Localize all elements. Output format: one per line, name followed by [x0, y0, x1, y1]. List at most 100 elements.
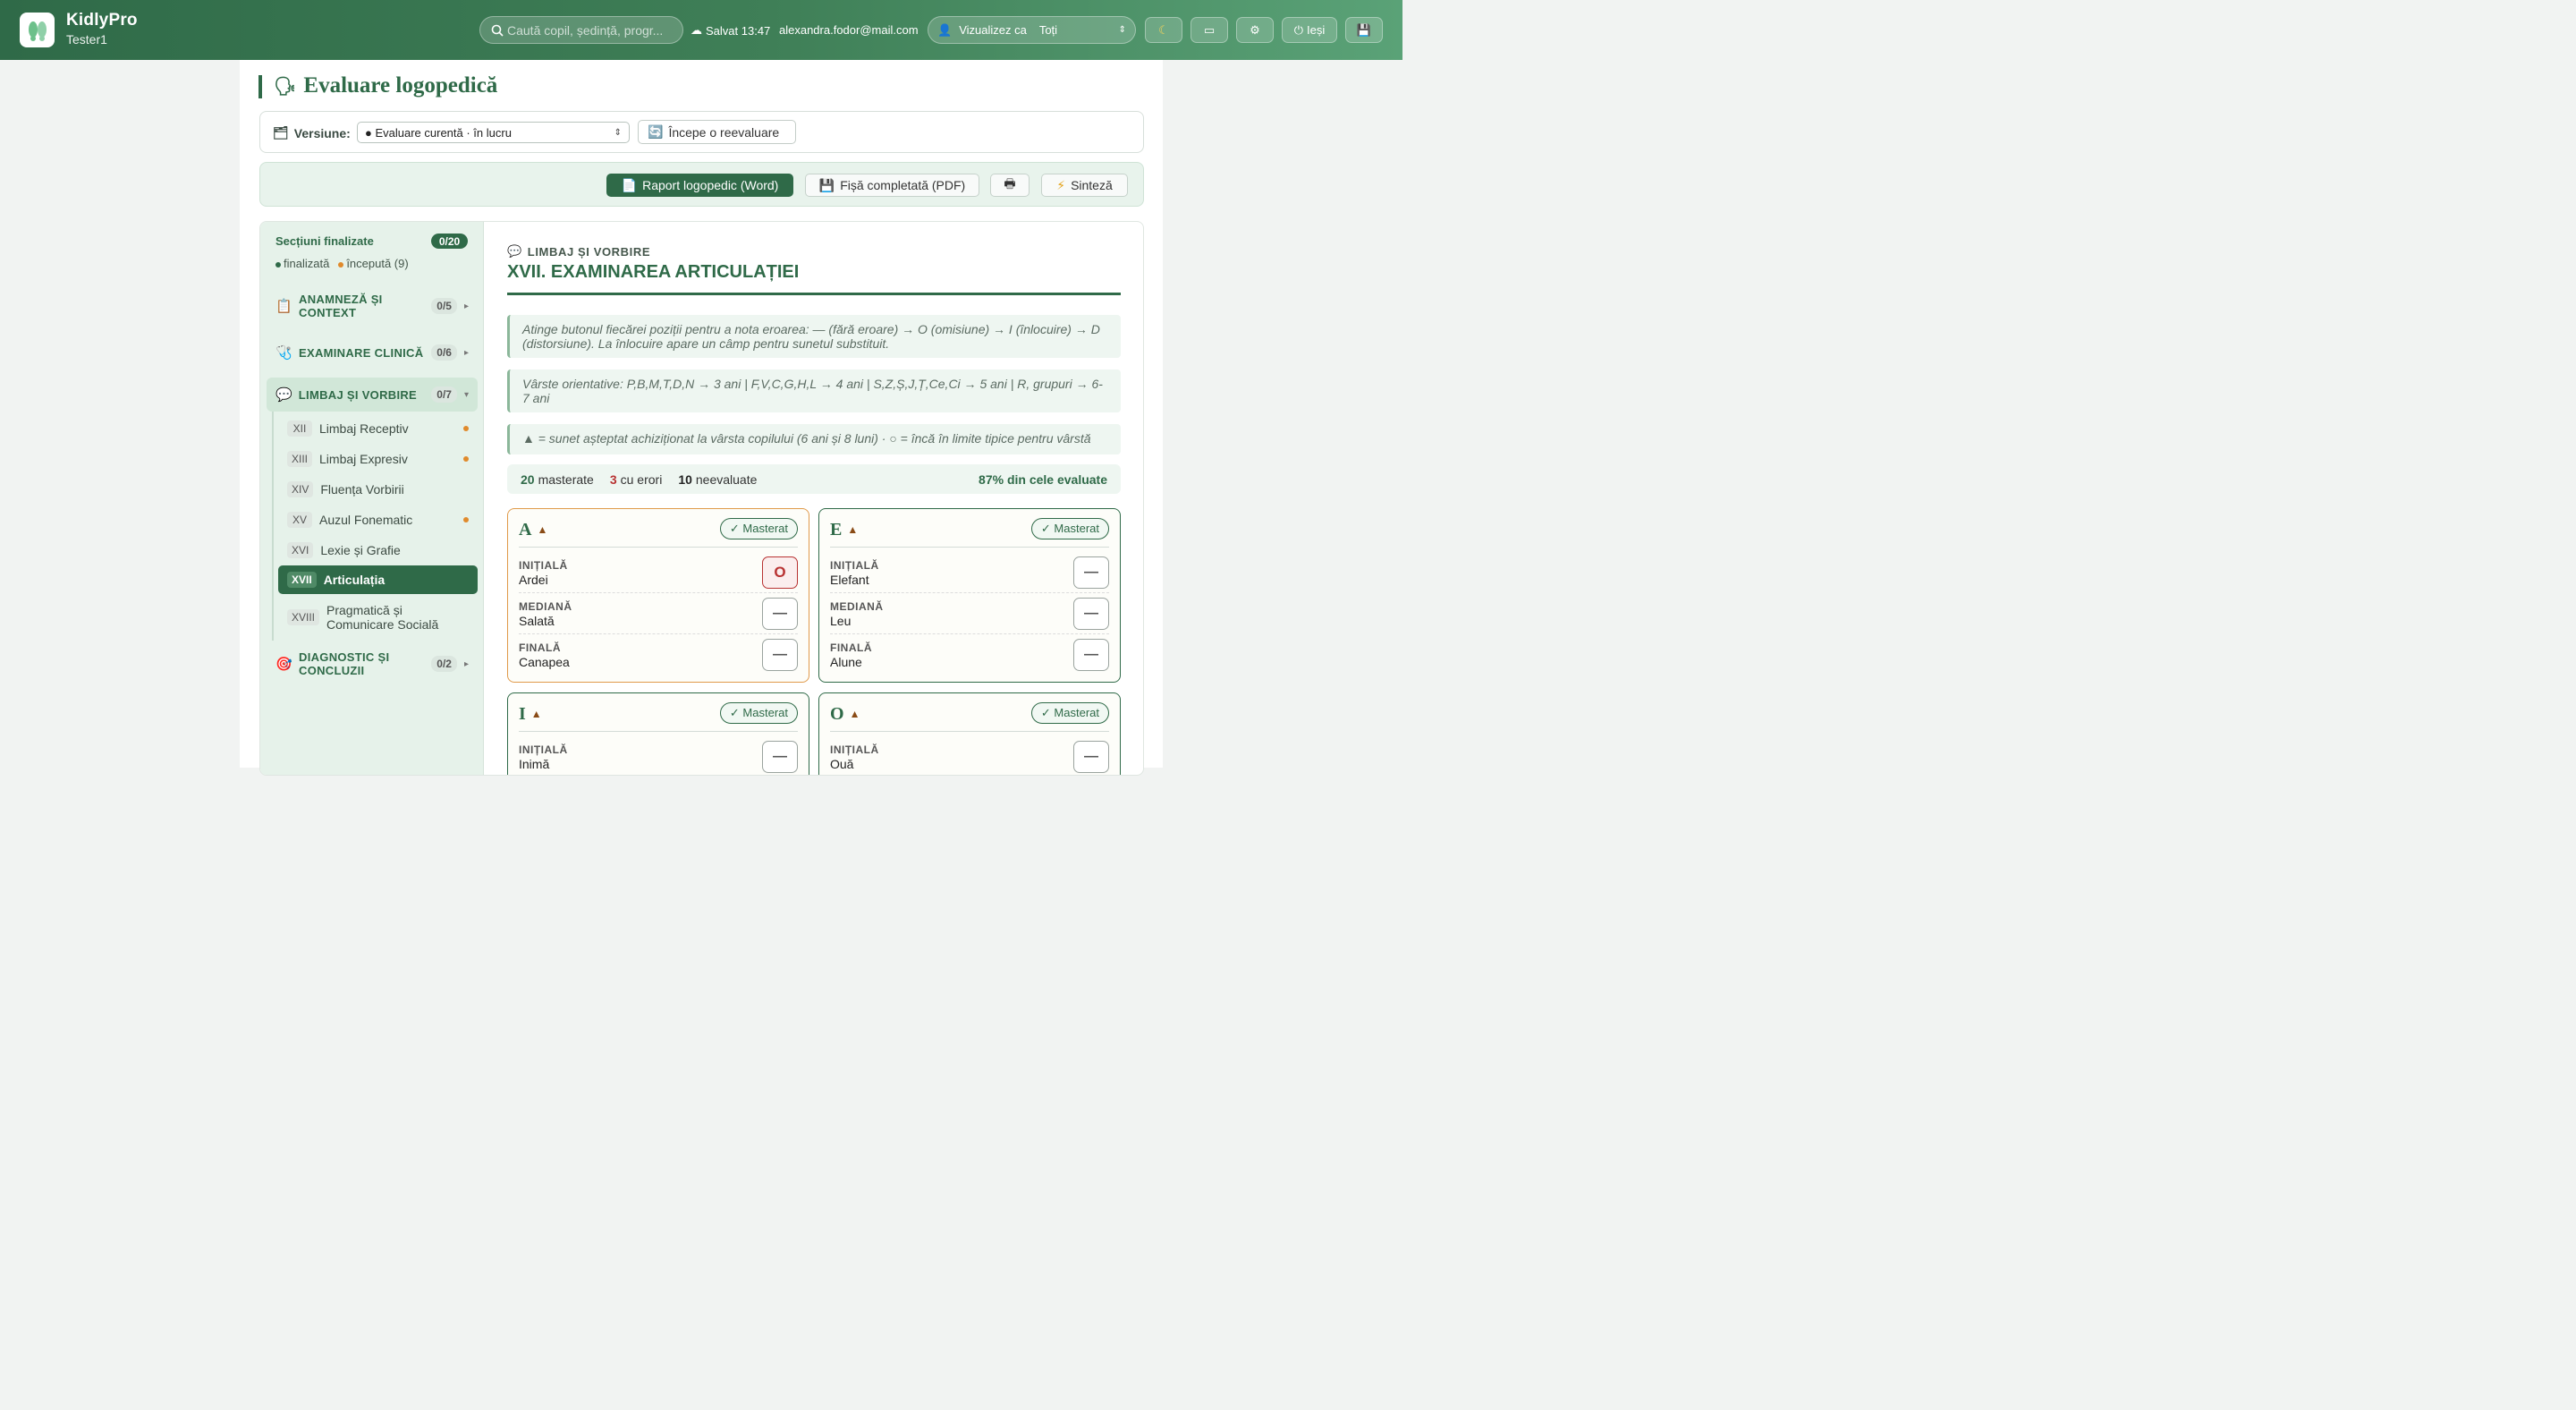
triangle-icon: ▲ [849, 708, 860, 720]
footprints-icon [28, 21, 47, 41]
example-word: Salată [519, 614, 555, 628]
sub-label: Articulația [323, 573, 386, 587]
page-title-text: Evaluare logopedică [303, 73, 498, 98]
settings-button[interactable]: ⚙ [1236, 17, 1274, 43]
position-row-final: FINALĂ Alune — [830, 634, 1109, 675]
sheet-pdf-label: Fișă completată (PDF) [840, 178, 966, 192]
category-text: LIMBAJ ȘI VORBIRE [527, 244, 651, 259]
example-word: Elefant [830, 573, 869, 587]
sub-label: Fluența Vorbirii [320, 482, 404, 497]
sound-card-i: I ▲ ✓ Masterat INIȚIALĂ Inimă — [507, 692, 809, 775]
lightning-icon: ⚡ [1056, 177, 1066, 192]
position-label: FINALĂ [830, 641, 872, 654]
error-mark-button[interactable]: — [762, 639, 798, 671]
version-label: 🗂 Versiune: [273, 125, 351, 140]
dark-mode-button[interactable]: ☾ [1145, 17, 1182, 43]
position-row-final: FINALĂ Canapea — [519, 634, 798, 675]
print-button[interactable]: 🖶 [990, 174, 1030, 197]
mastered-badge[interactable]: ✓ Masterat [1030, 518, 1109, 539]
section-count: 0/2 [431, 656, 457, 672]
section-diagnostic[interactable]: 🎯 DIAGNOSTIC ȘI CONCLUZII 0/2 ▸ [267, 646, 478, 682]
report-word-button[interactable]: 📄 Raport logopedic (Word) [606, 174, 793, 197]
app-name: KidlyPro [66, 11, 138, 30]
sub-label: Auzul Fonematic [319, 513, 413, 527]
error-mark-button[interactable]: — [762, 741, 798, 773]
sound-letter: I ▲ [519, 704, 542, 725]
refresh-icon: 🔄 [648, 124, 664, 139]
legend-note: ▲ = sunet așteptat achiziționat la vârst… [507, 424, 1121, 454]
position-label: INIȚIALĂ [519, 559, 568, 572]
floppy-icon: 💾 [818, 177, 835, 192]
app-header: KidlyPro Tester1 ☁ Salvat 13:47 alexandr… [0, 0, 1402, 60]
position-row-initial: INIȚIALĂ Elefant — [830, 552, 1109, 593]
sheet-pdf-button[interactable]: 💾 Fișă completată (PDF) [805, 174, 979, 197]
page-title: 🗣 Evaluare logopedică [274, 73, 497, 98]
clipboard-icon: 📋 [275, 299, 292, 314]
sidebar-heading: Secțiuni finalizate [275, 234, 374, 248]
example-word: Leu [830, 614, 852, 628]
example-word: Inimă [519, 757, 550, 771]
app-logo[interactable] [20, 13, 55, 47]
save-button[interactable]: 💾 [1345, 17, 1383, 43]
position-label: INIȚIALĂ [830, 743, 879, 756]
mastered-badge[interactable]: ✓ Masterat [1030, 702, 1109, 724]
error-mark-button[interactable]: O [762, 556, 798, 589]
sub-number: XIII [287, 451, 313, 467]
chevron-right-icon: ▸ [463, 347, 469, 358]
triangle-icon: ▲ [847, 523, 859, 536]
sidebar-item-pragmatica[interactable]: XVIII Pragmatică și Comunicare Socială [272, 599, 478, 635]
keyboard-icon: ▭ [1203, 22, 1216, 37]
save-status: ☁ Salvat 13:47 [691, 23, 770, 38]
legend-started-text: începută (9) [346, 257, 409, 270]
section-count: 0/6 [431, 344, 457, 361]
search-input[interactable] [507, 22, 668, 38]
legend-started: începută (9) [338, 257, 409, 270]
sound-letter: E ▲ [830, 520, 858, 540]
logout-button[interactable]: ⏻ Ieși [1282, 17, 1337, 43]
speech-bubble-icon: 💬 [507, 244, 522, 258]
error-mark-button[interactable]: — [1073, 556, 1109, 589]
sub-label: Limbaj Expresiv [319, 452, 408, 466]
position-label: INIȚIALĂ [519, 743, 568, 756]
sidebar-item-articulatia[interactable]: XVII Articulația [278, 565, 478, 594]
section-anamneza[interactable]: 📋 ANAMNEZĂ ȘI CONTEXT 0/5 ▸ [267, 288, 478, 324]
sidebar-item-limbaj-receptiv[interactable]: XII Limbaj Receptiv [272, 414, 478, 443]
sidebar-item-lexie-grafie[interactable]: XVI Lexie și Grafie [272, 536, 478, 565]
synthesis-button[interactable]: ⚡ Sinteză [1041, 174, 1128, 197]
position-row-medial: MEDIANĂ Leu — [830, 593, 1109, 634]
position-row-initial: INIȚIALĂ Inimă — [519, 736, 798, 775]
mastered-badge[interactable]: ✓ Masterat [719, 702, 798, 724]
status-legend: finalizată începută (9) [275, 257, 409, 270]
user-email: alexandra.fodor@mail.com [779, 23, 919, 37]
mastered-badge[interactable]: ✓ Masterat [719, 518, 798, 539]
error-mark-button[interactable]: — [1073, 598, 1109, 630]
error-mark-button[interactable]: — [762, 598, 798, 630]
sub-label: Pragmatică și Comunicare Socială [326, 603, 439, 632]
section-examinare-clinica[interactable]: 🩺 EXAMINARE CLINICĂ 0/6 ▸ [267, 335, 478, 370]
error-mark-button[interactable]: — [1073, 639, 1109, 671]
stat-unevaluated-count: 10 [678, 471, 692, 487]
sub-label: Lexie și Grafie [320, 543, 401, 557]
version-select[interactable]: ● Evaluare curentă · în lucru ⇕ [357, 122, 630, 143]
view-as-select[interactable]: 👤 Vizualizez ca Toți ⇕ [928, 16, 1136, 44]
letter-text: O [830, 704, 844, 724]
keyboard-button[interactable]: ▭ [1191, 17, 1228, 43]
started-dot [463, 426, 469, 431]
sidebar-item-fluenta[interactable]: XIV Fluența Vorbirii [272, 475, 478, 504]
sidebar-item-auz-fonematic[interactable]: XV Auzul Fonematic [272, 505, 478, 534]
section-label: EXAMINARE CLINICĂ [299, 345, 424, 360]
start-reevaluation-button[interactable]: 🔄 Începe o reevaluare [638, 120, 796, 144]
example-word: Ardei [519, 573, 548, 587]
section-title: XVII. EXAMINAREA ARTICULAȚIEI [507, 262, 800, 282]
section-limbaj-vorbire[interactable]: 💬 LIMBAJ ȘI VORBIRE 0/7 ▾ [267, 378, 478, 412]
reeval-label: Începe o reevaluare [668, 124, 780, 140]
sub-number: XVII [287, 572, 317, 588]
stat-errors: 3 cu erori [610, 472, 662, 487]
section-label: ANAMNEZĂ ȘI CONTEXT [299, 293, 383, 319]
title-rule [507, 293, 1121, 295]
search-box[interactable] [479, 16, 683, 44]
sidebar-item-limbaj-expresiv[interactable]: XIII Limbaj Expresiv [272, 445, 478, 473]
error-mark-button[interactable]: — [1073, 741, 1109, 773]
example-word: Canapea [519, 655, 570, 669]
section-category: 💬 LIMBAJ ȘI VORBIRE [507, 244, 650, 259]
